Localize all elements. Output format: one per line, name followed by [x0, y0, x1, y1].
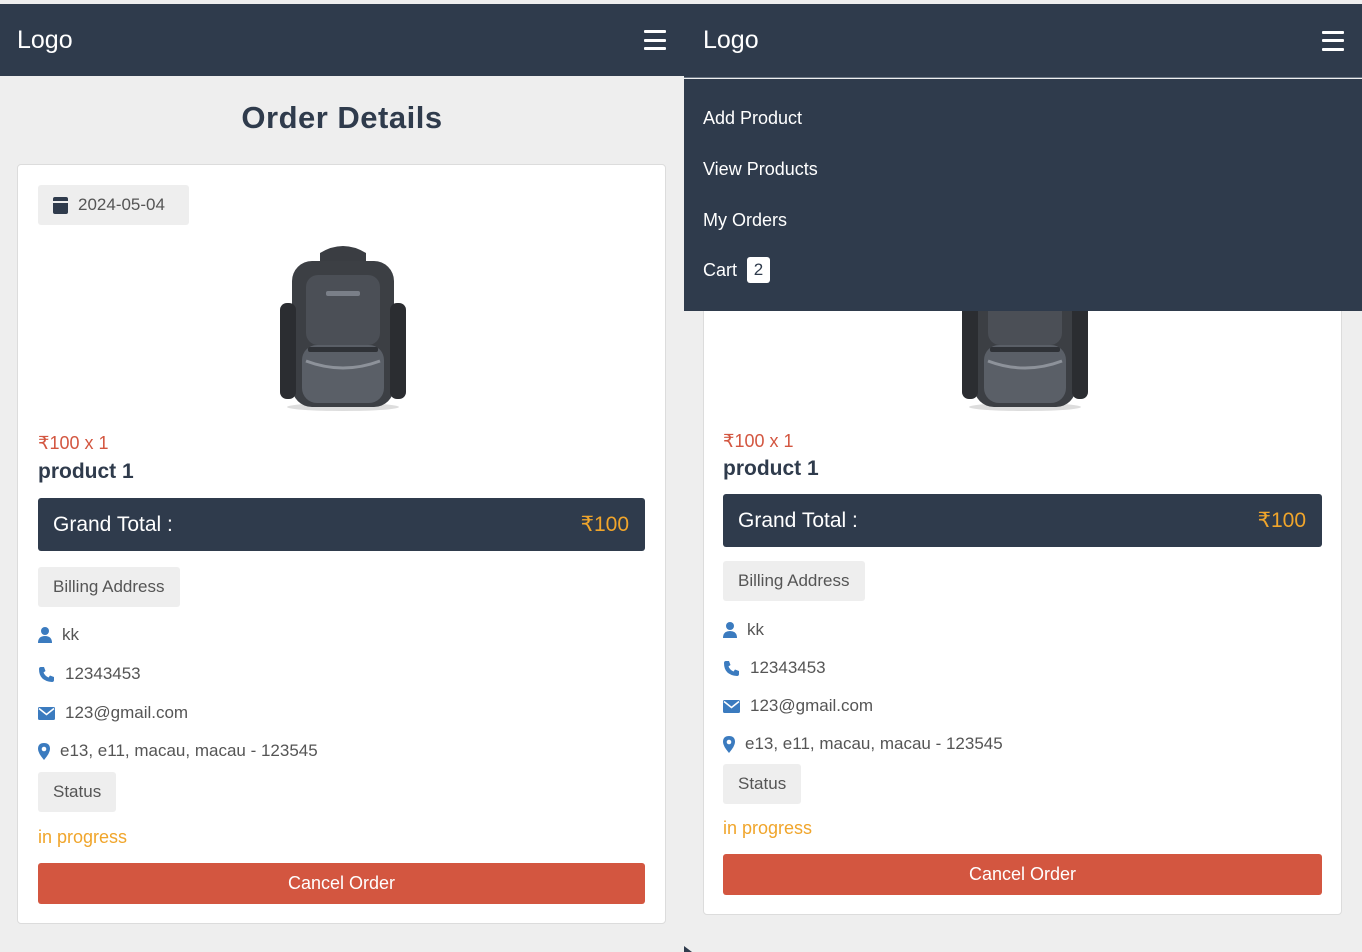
- billing-address-heading: Billing Address: [723, 561, 865, 601]
- grand-total-amount: ₹100: [1257, 509, 1306, 532]
- cancel-order-button[interactable]: Cancel Order: [38, 863, 645, 904]
- menu-icon[interactable]: [1322, 30, 1344, 51]
- order-date-badge: 2024-05-04: [38, 185, 189, 225]
- grand-total-bar: Grand Total : ₹100: [723, 494, 1322, 547]
- order-date: 2024-05-04: [78, 195, 165, 214]
- logo[interactable]: Logo: [17, 26, 73, 55]
- logo[interactable]: Logo: [703, 26, 759, 55]
- address-row: e13, e11, macau, macau - 123545: [723, 734, 1003, 754]
- map-marker-icon: [723, 735, 735, 753]
- customer-address: e13, e11, macau, macau - 123545: [60, 741, 318, 760]
- menu-item-add-product[interactable]: Add Product: [703, 108, 802, 129]
- status-heading: Status: [38, 772, 117, 812]
- order-details-view-menu-open: Logo ₹100 x 1 product 1 Grand Total : ₹1…: [684, 0, 1362, 952]
- map-marker-icon: [38, 742, 50, 760]
- phone-icon: [724, 660, 739, 676]
- customer-address: e13, e11, macau, macau - 123545: [745, 734, 1003, 753]
- nav-dropdown-menu: Add Product View Products My Orders Cart…: [684, 79, 1362, 311]
- menu-item-my-orders[interactable]: My Orders: [703, 210, 787, 231]
- order-card: 2024-05-04 ₹100 x 1 product 1 Grand Tota…: [17, 164, 666, 924]
- product-name: product 1: [723, 457, 819, 480]
- cancel-order-button[interactable]: Cancel Order: [723, 854, 1322, 895]
- product-price: ₹100 x 1: [723, 431, 794, 451]
- phone-row: 12343453: [723, 658, 826, 678]
- menu-icon[interactable]: [644, 30, 666, 50]
- grand-total-label: Grand Total :: [53, 512, 173, 536]
- email-row: 123@gmail.com: [723, 696, 873, 716]
- navbar: Logo: [0, 4, 684, 76]
- customer-name: kk: [62, 625, 79, 644]
- customer-email: 123@gmail.com: [750, 696, 874, 715]
- grand-total-label: Grand Total :: [738, 508, 858, 532]
- customer-phone: 12343453: [750, 658, 826, 677]
- grand-total-amount: ₹100: [580, 513, 629, 536]
- user-icon: [38, 627, 52, 643]
- customer-email: 123@gmail.com: [65, 703, 189, 722]
- envelope-icon: [38, 706, 55, 720]
- calendar-icon: [53, 196, 68, 214]
- order-status: in progress: [723, 818, 813, 838]
- order-details-view: Logo Order Details 2024-05-04 ₹100 x 1 p…: [0, 0, 684, 952]
- menu-item-view-products[interactable]: View Products: [703, 159, 818, 180]
- customer-name-row: kk: [723, 620, 764, 640]
- customer-phone: 12343453: [65, 664, 141, 683]
- page-title: Order Details: [241, 100, 443, 135]
- envelope-icon: [723, 699, 740, 713]
- address-row: e13, e11, macau, macau - 123545: [38, 741, 318, 761]
- customer-name-row: kk: [38, 625, 79, 645]
- customer-name: kk: [747, 620, 764, 639]
- user-icon: [723, 622, 737, 638]
- product-price: ₹100 x 1: [38, 433, 109, 453]
- phone-row: 12343453: [38, 664, 141, 684]
- cart-count-badge: 2: [747, 257, 771, 283]
- navbar: Logo: [684, 4, 1362, 78]
- email-row: 123@gmail.com: [38, 703, 188, 723]
- menu-item-cart[interactable]: Cart 2: [703, 257, 771, 283]
- product-name: product 1: [38, 460, 134, 483]
- status-heading: Status: [723, 764, 802, 804]
- corner-mark: [684, 946, 692, 952]
- cart-label: Cart: [703, 259, 738, 280]
- product-image: [280, 246, 406, 411]
- phone-icon: [39, 666, 54, 682]
- grand-total-bar: Grand Total : ₹100: [38, 498, 645, 551]
- billing-address-heading: Billing Address: [38, 567, 180, 607]
- order-status: in progress: [38, 827, 128, 847]
